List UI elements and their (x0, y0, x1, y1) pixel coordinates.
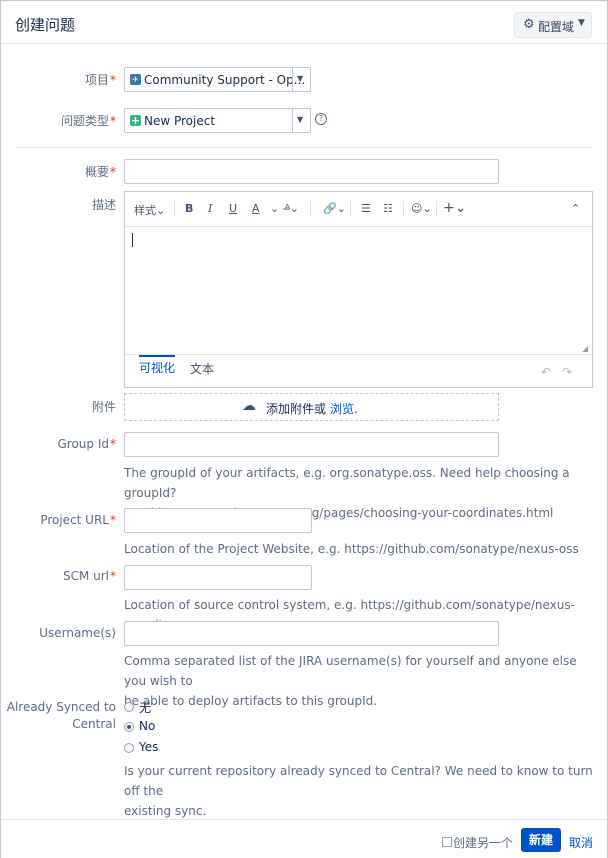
radio-button[interactable] (124, 722, 134, 732)
usernames-input[interactable] (124, 621, 499, 646)
dialog-footer: 创建另一个 新建 取消 (1, 819, 607, 858)
project-dropdown-toggle[interactable]: ▼ (292, 68, 310, 91)
project-url-help: Location of the Project Website, e.g. ht… (124, 542, 579, 556)
synced-label: Already Synced to Central (7, 699, 116, 733)
numbered-list-icon[interactable]: ☷ (383, 202, 393, 215)
gear-icon: ⚙ (523, 17, 535, 32)
help-icon[interactable]: ? (315, 113, 327, 125)
chevron-down-icon: ▼ (578, 18, 585, 28)
radio-label: Yes (139, 740, 159, 754)
create-another-checkbox[interactable] (442, 837, 452, 847)
radio-label: No (139, 719, 156, 733)
dialog-header: 创建问题 ⚙ 配置域 ▼ (1, 1, 607, 44)
toolbar-separator (403, 201, 404, 217)
link-icon[interactable]: 🔗⌄ (323, 202, 346, 215)
create-another-label[interactable]: 创建另一个 (453, 834, 513, 851)
scm-url-input[interactable] (124, 565, 312, 590)
usernames-label: Username(s) (39, 626, 116, 640)
upload-cloud-icon: ☁ (242, 398, 256, 414)
summary-input[interactable] (124, 159, 499, 184)
radio-button[interactable] (124, 743, 134, 753)
project-url-label: Project URL* (40, 513, 116, 527)
project-avatar-icon: ✈ (130, 74, 141, 85)
toolbar-separator (436, 201, 437, 217)
project-url-input[interactable] (124, 508, 312, 533)
insert-more-icon[interactable]: +⌄ (443, 200, 466, 216)
project-select-value: Community Support - Op... (144, 73, 306, 87)
text-style-dropdown[interactable]: 样式⌄ (134, 202, 165, 218)
project-label: 项目* (84, 73, 116, 87)
chevron-down-icon: ▼ (297, 115, 304, 124)
usernames-help: Comma separated list of the JIRA usernam… (124, 651, 594, 711)
attachment-text: 添加附件或 (266, 402, 327, 416)
form-divider (15, 147, 593, 148)
collapse-toolbar-icon[interactable]: ⌃ (571, 202, 580, 215)
dialog-title: 创建问题 (15, 16, 76, 34)
text-color-button[interactable]: A (252, 202, 260, 215)
synced-help-line: existing sync. (124, 804, 207, 818)
synced-label-line: Already Synced to (6, 700, 116, 714)
group-id-help-line: The groupId of your artifacts, e.g. org.… (124, 466, 570, 500)
editor-mode-tabs: 可视化 文本 ↶ ↷ (125, 354, 592, 388)
browse-link[interactable]: 浏览. (330, 400, 358, 417)
project-select[interactable]: ✈ Community Support - Op... ▼ (124, 67, 311, 92)
attachment-dropzone[interactable]: ☁ 添加附件或 浏览. (124, 393, 499, 421)
editor-toolbar: 样式⌄ B I U A ⌄ ᴬ̶⌄ 🔗⌄ ☰ ☷ ☺⌄ +⌄ ⌃ (125, 192, 592, 227)
configure-fields-label: 配置域 (538, 20, 575, 34)
description-editor[interactable]: 样式⌄ B I U A ⌄ ᴬ̶⌄ 🔗⌄ ☰ ☷ ☺⌄ +⌄ ⌃ ◢ 可视化 文… (124, 191, 593, 388)
configure-fields-button[interactable]: ⚙ 配置域 ▼ (514, 12, 592, 38)
create-issue-dialog: 创建问题 ⚙ 配置域 ▼ 项目* ✈ Community Support - O… (0, 0, 608, 858)
issue-type-label: 问题类型* (60, 114, 116, 128)
tab-visual[interactable]: 可视化 (139, 355, 176, 376)
synced-help: Is your current repository already synce… (124, 761, 594, 821)
group-id-label: Group Id* (57, 437, 116, 451)
group-id-input[interactable] (124, 432, 499, 457)
redo-icon[interactable]: ↷ (562, 365, 572, 379)
summary-label: 概要* (84, 165, 116, 179)
chevron-down-icon[interactable]: ⌄ (270, 202, 279, 215)
radio-label: 无 (139, 701, 152, 715)
attachment-label: 附件 (91, 400, 116, 414)
create-button[interactable]: 新建 (521, 828, 561, 852)
bold-button[interactable]: B (185, 202, 193, 215)
emoji-icon[interactable]: ☺⌄ (411, 202, 432, 215)
text-cursor (132, 233, 133, 247)
italic-button[interactable]: I (208, 202, 212, 215)
usernames-help-line: Comma separated list of the JIRA usernam… (124, 654, 577, 688)
bullet-list-icon[interactable]: ☰ (361, 202, 371, 215)
toolbar-separator (310, 201, 311, 217)
synced-help-line: Is your current repository already synce… (124, 764, 593, 798)
toolbar-separator (350, 201, 351, 217)
toolbar-separator (174, 201, 175, 217)
cancel-button[interactable]: 取消 (569, 834, 593, 851)
issue-type-select[interactable]: + New Project ▼ (124, 108, 311, 133)
tab-text[interactable]: 文本 (190, 360, 214, 377)
scm-url-label: SCM url* (62, 569, 116, 583)
description-label: 描述 (91, 198, 116, 212)
issue-type-dropdown-toggle[interactable]: ▼ (292, 109, 310, 132)
undo-icon[interactable]: ↶ (541, 365, 551, 379)
synced-label-line: Central (72, 717, 116, 731)
usernames-help-line: be able to deploy artifacts to this grou… (124, 694, 378, 708)
underline-button[interactable]: U (229, 202, 237, 215)
resize-handle-icon[interactable]: ◢ (582, 344, 588, 353)
new-project-type-icon: + (130, 114, 141, 127)
radio-button[interactable] (124, 702, 134, 712)
issue-type-select-value: New Project (144, 114, 216, 128)
chevron-down-icon: ▼ (297, 74, 304, 83)
more-formatting-icon[interactable]: ᴬ̶⌄ (285, 202, 299, 215)
